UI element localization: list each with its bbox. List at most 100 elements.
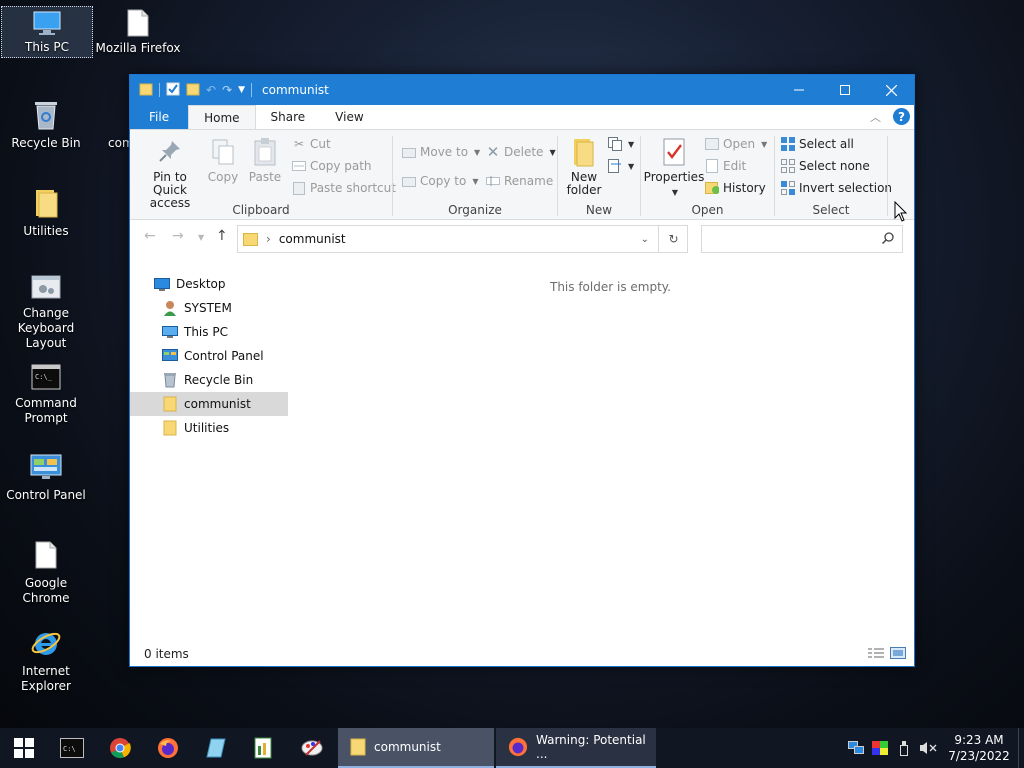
select-none-button[interactable]: Select none — [781, 156, 870, 176]
start-button[interactable] — [0, 728, 48, 768]
window-title: communist — [262, 83, 329, 97]
taskbar-app-explorer[interactable]: communist — [338, 728, 494, 768]
nav-item-communist[interactable]: communist — [130, 392, 288, 416]
desktop-icon-recycle-bin[interactable]: Recycle Bin — [0, 92, 92, 176]
copy-path-button[interactable]: Copy path — [292, 156, 372, 176]
nav-item-this-pc[interactable]: This PC — [130, 320, 288, 344]
empty-folder-message: This folder is empty. — [550, 280, 671, 294]
breadcrumb-current[interactable]: communist — [279, 232, 346, 246]
new-item-button[interactable]: ▼ — [608, 134, 634, 154]
large-icons-view-icon[interactable] — [890, 647, 906, 662]
select-all-icon — [781, 137, 795, 151]
back-arrow-icon[interactable]: ← — [144, 228, 156, 244]
edit-button[interactable]: Edit — [705, 156, 746, 176]
desktop-icon-google-chrome[interactable]: Google Chrome — [0, 532, 92, 616]
properties-qat-icon[interactable] — [166, 82, 180, 99]
tab-home[interactable]: Home — [188, 105, 256, 130]
desktop-icon-change-keyboard-layout[interactable]: Change Keyboard Layout — [0, 268, 92, 350]
rename-button[interactable]: Rename — [486, 171, 553, 191]
chevron-down-icon: ▼ — [761, 139, 768, 149]
nav-item-desktop[interactable]: Desktop — [130, 272, 288, 296]
taskbar: C:\ communist Warning: Potential ... 9:2… — [0, 728, 1024, 768]
tab-file[interactable]: File — [130, 105, 189, 129]
breadcrumb-separator: › — [266, 232, 271, 246]
open-icon — [705, 137, 719, 151]
taskbar-app-firefox[interactable]: Warning: Potential ... — [496, 728, 656, 768]
copy-icon — [207, 136, 239, 168]
nav-item-utilities[interactable]: Utilities — [130, 416, 288, 440]
pin-to-quick-access-button[interactable]: Pin to Quick access — [136, 136, 204, 210]
desktop-icon-label: Change Keyboard Layout — [17, 306, 75, 350]
history-icon — [705, 181, 719, 195]
desktop-icon — [154, 276, 170, 292]
paste-button[interactable]: Paste — [248, 136, 282, 184]
taskbar-notepad[interactable] — [192, 728, 240, 768]
details-view-icon[interactable] — [868, 647, 884, 662]
taskbar-spreadsheet[interactable] — [240, 728, 288, 768]
desktop-icon-this-pc[interactable]: This PC — [1, 6, 93, 58]
desktop-icon-mozilla-firefox[interactable]: Mozilla Firefox — [92, 6, 184, 58]
file-icon — [92, 98, 126, 132]
taskbar-chrome[interactable] — [96, 728, 144, 768]
desktop-icon-command-prompt[interactable]: C:\_ Command Prompt — [0, 356, 92, 426]
new-item-icon — [608, 137, 622, 151]
up-arrow-icon[interactable]: ↑ — [216, 228, 228, 244]
nav-item-control-panel[interactable]: Control Panel — [130, 344, 288, 368]
chevron-down-icon[interactable]: ▼ — [238, 85, 245, 95]
desktop-icon-control-panel[interactable]: Control Panel — [0, 444, 92, 528]
clock[interactable]: 9:23 AM 7/23/2022 — [940, 732, 1018, 764]
tab-share[interactable]: Share — [256, 105, 321, 129]
display-icon[interactable] — [868, 728, 892, 768]
forward-arrow-icon[interactable]: → — [172, 228, 184, 244]
easy-access-button[interactable]: ▼ — [608, 156, 634, 176]
show-desktop-button[interactable] — [1018, 728, 1024, 768]
paste-shortcut-icon — [292, 181, 306, 195]
folder-icon — [243, 232, 258, 247]
network-icon[interactable] — [844, 728, 868, 768]
invert-selection-button[interactable]: Invert selection — [781, 178, 892, 198]
nav-item-recycle-bin[interactable]: Recycle Bin — [130, 368, 288, 392]
taskbar-command-prompt[interactable]: C:\ — [48, 728, 96, 768]
search-input[interactable] — [701, 225, 903, 253]
desktop-icon-partial[interactable]: com — [92, 92, 130, 176]
properties-button[interactable]: Properties ▼ — [644, 136, 704, 199]
close-button[interactable] — [868, 75, 914, 105]
desktop-icon-utilities[interactable]: Utilities — [0, 180, 92, 264]
copy-to-button[interactable]: Copy to ▼ — [402, 171, 478, 191]
desktop-icon-internet-explorer[interactable]: Internet Explorer — [0, 620, 92, 704]
tab-view[interactable]: View — [320, 105, 378, 129]
windows-logo-icon — [14, 738, 34, 758]
chevron-up-icon[interactable]: ︿ — [870, 109, 881, 125]
address-bar[interactable]: › communist ⌄ — [237, 225, 688, 253]
maximize-button[interactable] — [822, 75, 868, 105]
select-all-button[interactable]: Select all — [781, 134, 854, 154]
recent-locations-chevron-icon[interactable]: ▼ — [198, 233, 204, 242]
rename-icon — [486, 174, 500, 188]
help-icon[interactable]: ? — [893, 108, 910, 125]
clock-time: 9:23 AM — [954, 733, 1004, 747]
nav-item-system[interactable]: SYSTEM — [130, 296, 288, 320]
volume-muted-icon[interactable] — [916, 728, 940, 768]
move-to-button[interactable]: Move to ▼ — [402, 142, 480, 162]
paste-shortcut-button[interactable]: Paste shortcut — [292, 178, 396, 198]
taskbar-firefox[interactable] — [144, 728, 192, 768]
system-tray: 9:23 AM 7/23/2022 — [844, 728, 1024, 768]
history-button[interactable]: History — [705, 178, 766, 198]
minimize-button[interactable] — [776, 75, 822, 105]
usb-icon[interactable] — [892, 728, 916, 768]
undo-icon[interactable]: ↶ — [206, 83, 216, 97]
chevron-down-icon: ▼ — [474, 147, 481, 157]
internet-explorer-icon — [29, 626, 63, 660]
redo-icon[interactable]: ↷ — [222, 83, 232, 97]
new-folder-qat-icon[interactable] — [186, 82, 200, 99]
refresh-button[interactable]: ↻ — [658, 225, 688, 253]
cut-button[interactable]: ✂ Cut — [292, 134, 331, 154]
copy-button[interactable]: Copy — [207, 136, 239, 184]
desktop-icon-label: Mozilla Firefox — [95, 41, 181, 55]
chevron-down-icon[interactable]: ⌄ — [641, 234, 649, 245]
open-button[interactable]: Open ▼ — [705, 134, 767, 154]
delete-button[interactable]: ✕ Delete ▼ — [486, 142, 556, 162]
title-bar[interactable]: ↶ ↷ ▼ communist — [130, 75, 914, 105]
taskbar-paint[interactable] — [288, 728, 336, 768]
new-folder-button[interactable]: New folder — [562, 136, 606, 197]
